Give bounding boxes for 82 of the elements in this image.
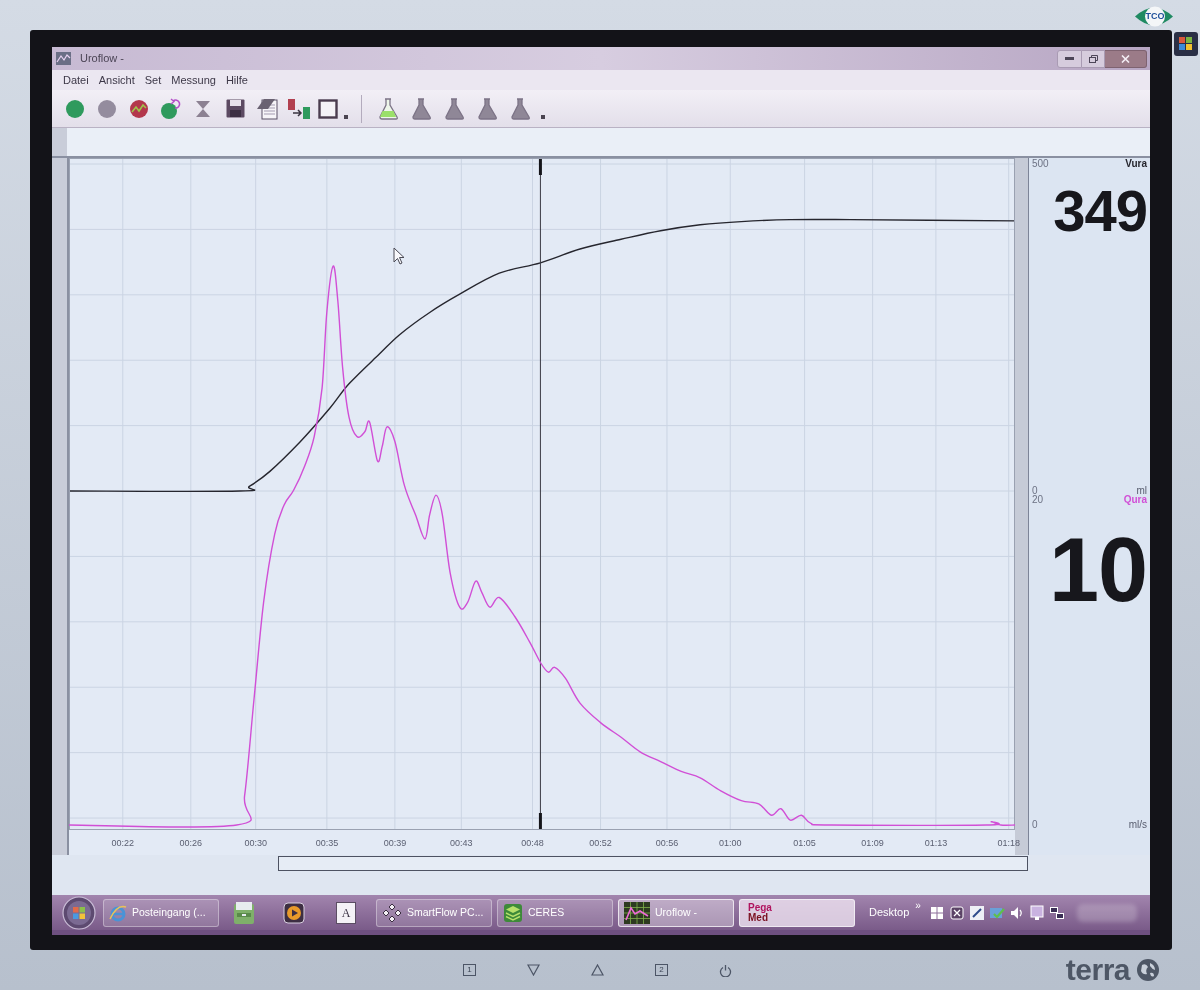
dropdown-marker-icon[interactable] [344,114,348,119]
dropdown-marker-icon[interactable] [541,114,545,119]
menu-item[interactable]: Datei [62,71,90,89]
circle-undo-icon[interactable] [160,97,182,120]
menu-item[interactable]: Hilfe [224,71,249,89]
play-icon[interactable] [283,901,305,924]
notepad-icon[interactable] [255,96,279,121]
monitor-button[interactable]: 2 [655,964,668,976]
x-axis-label: 00:43 [450,839,473,848]
window-title: Uroflow - [80,51,124,67]
x-axis-label: 01:18 [997,839,1020,848]
boxes-arrow-icon[interactable] [287,97,311,120]
series-name: Qura [1123,495,1147,505]
save-icon[interactable] [225,99,245,118]
flask-icon[interactable] [476,97,499,120]
minimize-button[interactable] [1057,49,1082,68]
monitor-button[interactable]: 1 [463,964,476,976]
y-axis-label: 0 [1032,486,1038,496]
file-cabinet-icon[interactable] [231,900,257,925]
triangle-up-icon[interactable] [591,964,604,976]
app-chart-icon [56,52,71,65]
close-button[interactable] [1105,49,1147,68]
x-axis-label: 00:22 [111,839,135,848]
readout-value: 349 [1053,182,1147,240]
y-axis-label: 20 [1032,495,1044,505]
four-squares-icon[interactable] [928,904,945,921]
x-axis-label: 00:39 [383,839,407,848]
x-axis-label: 00:52 [589,839,612,848]
circle-icon[interactable] [97,98,117,119]
box-icon[interactable] [948,904,965,921]
x-axis-label: 00:56 [655,839,679,848]
taskbar-button[interactable]: Pega Med [739,898,855,927]
display-icon[interactable] [1028,904,1045,921]
x-axis-label: 00:26 [179,839,203,848]
blurred-clock-area [1076,903,1137,922]
x-axis-label: 01:09 [861,839,884,848]
globe-icon [1136,958,1160,982]
flask-icon[interactable] [410,97,433,120]
minimize-icon [1065,57,1074,60]
side-strip [52,128,67,156]
x-axis-label: 01:05 [793,839,816,848]
chart-circle-icon[interactable] [129,98,149,119]
close-icon [1121,54,1130,63]
mouse-pointer-icon [393,247,405,265]
restore-icon [1088,54,1098,63]
flask-icon[interactable] [443,97,466,120]
unit-label: ml/s [1128,820,1147,830]
menu-item[interactable]: Messung [170,71,217,89]
toolbar-label: Desktop [869,905,910,921]
x-axis-label: 00:35 [315,839,339,848]
x-axis-label: 01:00 [719,839,742,848]
chart-thumbnail-icon [624,901,650,924]
pen-icon[interactable] [968,904,985,921]
hourglass-icon[interactable] [194,99,212,118]
x-axis-label: 00:30 [244,839,267,848]
x-axis-label: 00:48 [521,839,544,848]
start-button[interactable] [60,895,98,930]
power-icon[interactable] [719,963,732,977]
letter-tile-button[interactable]: A [336,901,356,924]
y-axis-label: 0 [1032,820,1038,830]
certification-badge: TCO [1134,4,1174,29]
series-name: Vura [1125,159,1147,169]
chevron-button[interactable]: » [915,900,921,911]
stack-icon [503,902,523,923]
x-axis-label: 01:13 [924,839,948,848]
flask-icon[interactable] [509,97,532,120]
square-icon[interactable] [318,98,338,119]
network-icon[interactable] [1048,904,1065,921]
flag-sticker-icon [1174,32,1198,56]
menu-item[interactable]: Set [143,71,163,89]
triangle-down-icon[interactable] [527,964,540,976]
menu-item[interactable]: Ansicht [97,71,136,89]
y-axis-label: 500 [1032,159,1049,169]
circle-icon[interactable] [65,98,85,119]
swoosh-icon [109,903,127,922]
horizontal-scrollbar[interactable] [278,856,1028,871]
restore-button[interactable] [1082,49,1105,68]
unit-label: ml [1136,486,1147,496]
flask-icon[interactable] [377,97,400,120]
brand-logo-text: terra [1065,955,1130,985]
readout-value: 10 [1048,525,1147,615]
diamond-cluster-icon [382,902,402,923]
